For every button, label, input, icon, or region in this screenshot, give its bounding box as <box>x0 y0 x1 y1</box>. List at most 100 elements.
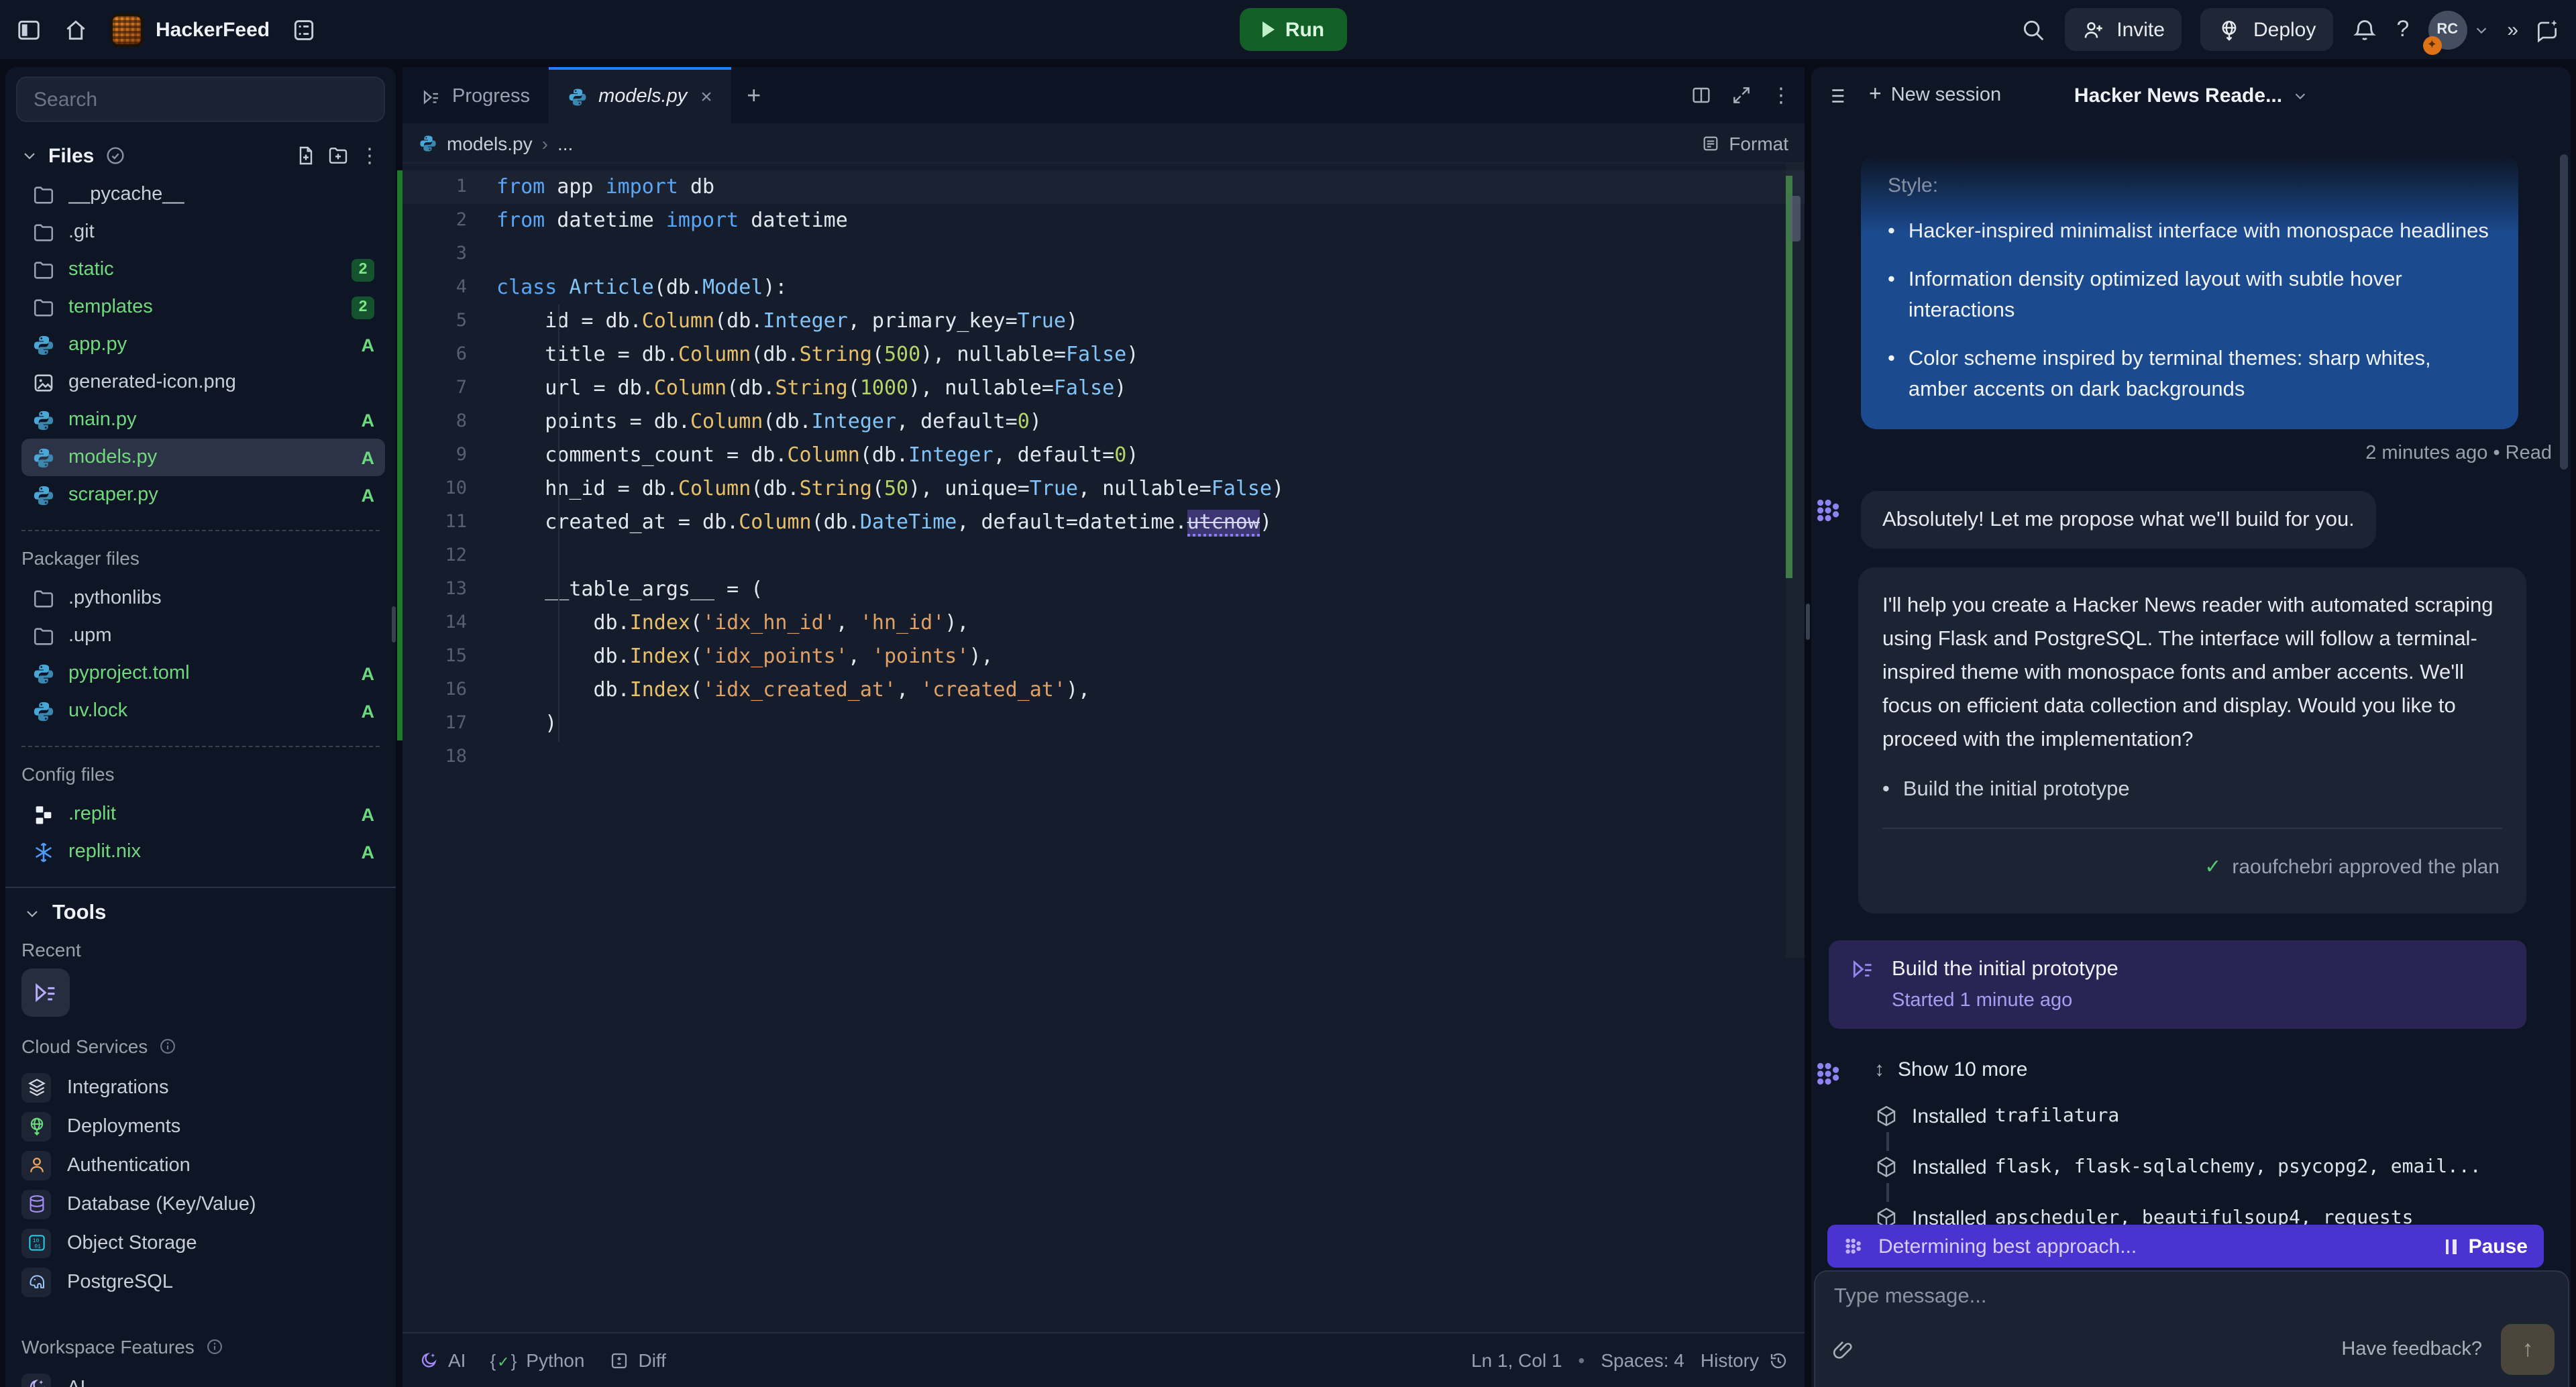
sidebar-item-integrations[interactable]: Integrations <box>5 1068 396 1107</box>
run-button[interactable]: Run <box>1240 8 1347 51</box>
line-number: 1 <box>402 170 496 204</box>
file-row-pyproject.toml[interactable]: pyproject.tomlA <box>21 655 385 692</box>
sidebar-resize-handle[interactable] <box>391 606 396 643</box>
panel-resize-handle[interactable] <box>1805 604 1810 640</box>
status-language[interactable]: {✓} Python <box>490 1349 584 1371</box>
chat-sparkle-icon[interactable] <box>2534 17 2560 42</box>
task-card[interactable]: Build the initial prototype Started 1 mi… <box>1829 940 2526 1029</box>
python-icon <box>419 133 437 152</box>
file-row-__pycache__[interactable]: __pycache__ <box>21 176 385 213</box>
file-sidebar: Files ⋮ __pycache__.gitstatic2templates2… <box>5 67 396 1387</box>
indentation-setting[interactable]: Spaces: 4 <box>1601 1349 1684 1371</box>
session-list-icon[interactable] <box>1825 84 1847 107</box>
line-number: 15 <box>402 640 496 673</box>
home-icon[interactable] <box>63 17 89 42</box>
sidebar-item-database-key-value-[interactable]: Database (Key/Value) <box>5 1184 396 1223</box>
sidebar-toggle-icon[interactable] <box>16 17 42 42</box>
breadcrumb-file[interactable]: models.py <box>447 132 533 154</box>
format-button[interactable]: Format <box>1701 132 1788 154</box>
status-diff[interactable]: Diff <box>608 1349 666 1371</box>
new-tab-button[interactable]: + <box>731 67 777 123</box>
new-folder-icon[interactable] <box>327 145 349 166</box>
file-name: replit.nix <box>68 841 348 863</box>
agent-proposal-bubble: I'll help you create a Hacker News reade… <box>1858 567 2526 913</box>
notifications-bell-icon[interactable] <box>2352 17 2377 42</box>
account-menu[interactable]: RC✦ <box>2428 10 2488 49</box>
file-name: main.py <box>68 409 348 431</box>
send-button[interactable]: ↑ <box>2501 1324 2555 1375</box>
recent-tool-agent[interactable] <box>21 968 70 1017</box>
feedback-link[interactable]: Have feedback? <box>2341 1339 2482 1360</box>
code-editor[interactable]: 1from app import db2from datetime import… <box>402 164 1805 1332</box>
editor-menu-icon[interactable]: ⋮ <box>1771 83 1791 107</box>
file-row-.upm[interactable]: .upm <box>21 617 385 655</box>
line-number: 2 <box>402 204 496 237</box>
installed-package-row: Installed trafilatura <box>1874 1104 2571 1128</box>
python-icon <box>32 700 55 722</box>
history-button[interactable]: History <box>1701 1349 1788 1371</box>
sidebar-item-object-storage[interactable]: 1001Object Storage <box>5 1223 396 1262</box>
cursor-position[interactable]: Ln 1, Col 1 <box>1471 1349 1562 1371</box>
tab-progress[interactable]: Progress <box>402 67 549 123</box>
line-text: url = db.Column(db.String(1000), nullabl… <box>496 372 1126 405</box>
new-file-icon[interactable] <box>295 145 317 166</box>
session-title-dropdown[interactable]: Hacker News Reade... <box>2074 84 2308 107</box>
file-name: uv.lock <box>68 700 348 722</box>
chevron-down-icon[interactable] <box>21 148 38 164</box>
file-row-templates[interactable]: templates2 <box>21 288 385 326</box>
split-editor-icon[interactable] <box>1690 85 1712 106</box>
sidebar-item-ai[interactable]: AI <box>5 1368 396 1387</box>
pause-button[interactable]: Pause <box>2446 1235 2528 1258</box>
invite-button[interactable]: Invite <box>2064 8 2182 51</box>
expand-icon[interactable] <box>1731 85 1752 106</box>
panel-scrollbar-thumb[interactable] <box>2560 154 2568 469</box>
status-ai[interactable]: AI <box>419 1349 466 1371</box>
breadcrumb-more[interactable]: ... <box>557 132 573 154</box>
sidebar-item-deployments[interactable]: Deployments <box>5 1107 396 1146</box>
message-input[interactable] <box>1834 1285 2549 1309</box>
sidebar-item-postgresql[interactable]: PostgreSQL <box>5 1262 396 1301</box>
chevron-down-icon <box>2293 88 2308 103</box>
chat-scroll-area[interactable]: Style: •Hacker-inspired minimalist inter… <box>1811 126 2571 1226</box>
collapse-panel-icon[interactable]: » <box>2507 18 2516 41</box>
config-file-tree: .replitAreplit.nixA <box>5 795 396 871</box>
app-grid-icon[interactable] <box>291 17 317 42</box>
help-icon[interactable]: ? <box>2396 16 2409 43</box>
close-icon[interactable]: × <box>700 85 712 108</box>
chevron-down-icon[interactable] <box>24 905 40 922</box>
agent-intro-message: Absolutely! Let me propose what we'll bu… <box>1861 491 2571 549</box>
installed-package-row: Installed flask, flask-sqlalchemy, psyco… <box>1874 1155 2571 1179</box>
show-more-button[interactable]: ↕ Show 10 more <box>1874 1058 2571 1081</box>
attachment-paperclip-icon[interactable] <box>1831 1338 1854 1361</box>
search-input[interactable] <box>16 76 385 122</box>
file-row-.git[interactable]: .git <box>21 213 385 251</box>
history-icon <box>1768 1350 1788 1370</box>
file-row-.replit[interactable]: .replitA <box>21 795 385 833</box>
file-row-.pythonlibs[interactable]: .pythonlibs <box>21 579 385 617</box>
new-session-button[interactable]: + New session <box>1869 83 2001 107</box>
installed-prefix: Installed <box>1912 1207 1987 1226</box>
tab-models-py[interactable]: models.py× <box>549 67 731 123</box>
project-switcher[interactable]: HackerFeed <box>110 13 270 46</box>
user-message-faded-line: Style: <box>1888 174 2491 197</box>
file-name: app.py <box>68 334 348 355</box>
deploy-button[interactable]: Deploy <box>2201 8 2333 51</box>
file-row-static[interactable]: static2 <box>21 251 385 288</box>
file-row-replit.nix[interactable]: replit.nixA <box>21 833 385 871</box>
scrollbar-thumb[interactable] <box>1790 196 1801 241</box>
aimoon-icon <box>26 1378 46 1387</box>
code-line: 10 hn_id = db.Column(db.String(50), uniq… <box>402 472 1805 506</box>
files-menu-icon[interactable]: ⋮ <box>360 144 380 168</box>
search-icon[interactable] <box>2020 17 2045 42</box>
file-row-generated-icon.png[interactable]: generated-icon.png <box>21 364 385 401</box>
file-row-models.py[interactable]: models.pyA <box>21 439 385 476</box>
file-row-uv.lock[interactable]: uv.lockA <box>21 692 385 730</box>
file-row-app.py[interactable]: app.pyA <box>21 326 385 364</box>
line-number: 12 <box>402 539 496 573</box>
file-row-scraper.py[interactable]: scraper.pyA <box>21 476 385 514</box>
sidebar-item-authentication[interactable]: Authentication <box>5 1146 396 1184</box>
code-line: 11 created_at = db.Column(db.DateTime, d… <box>402 506 1805 539</box>
file-name: .git <box>68 221 374 243</box>
file-row-main.py[interactable]: main.pyA <box>21 401 385 439</box>
line-number: 14 <box>402 606 496 640</box>
